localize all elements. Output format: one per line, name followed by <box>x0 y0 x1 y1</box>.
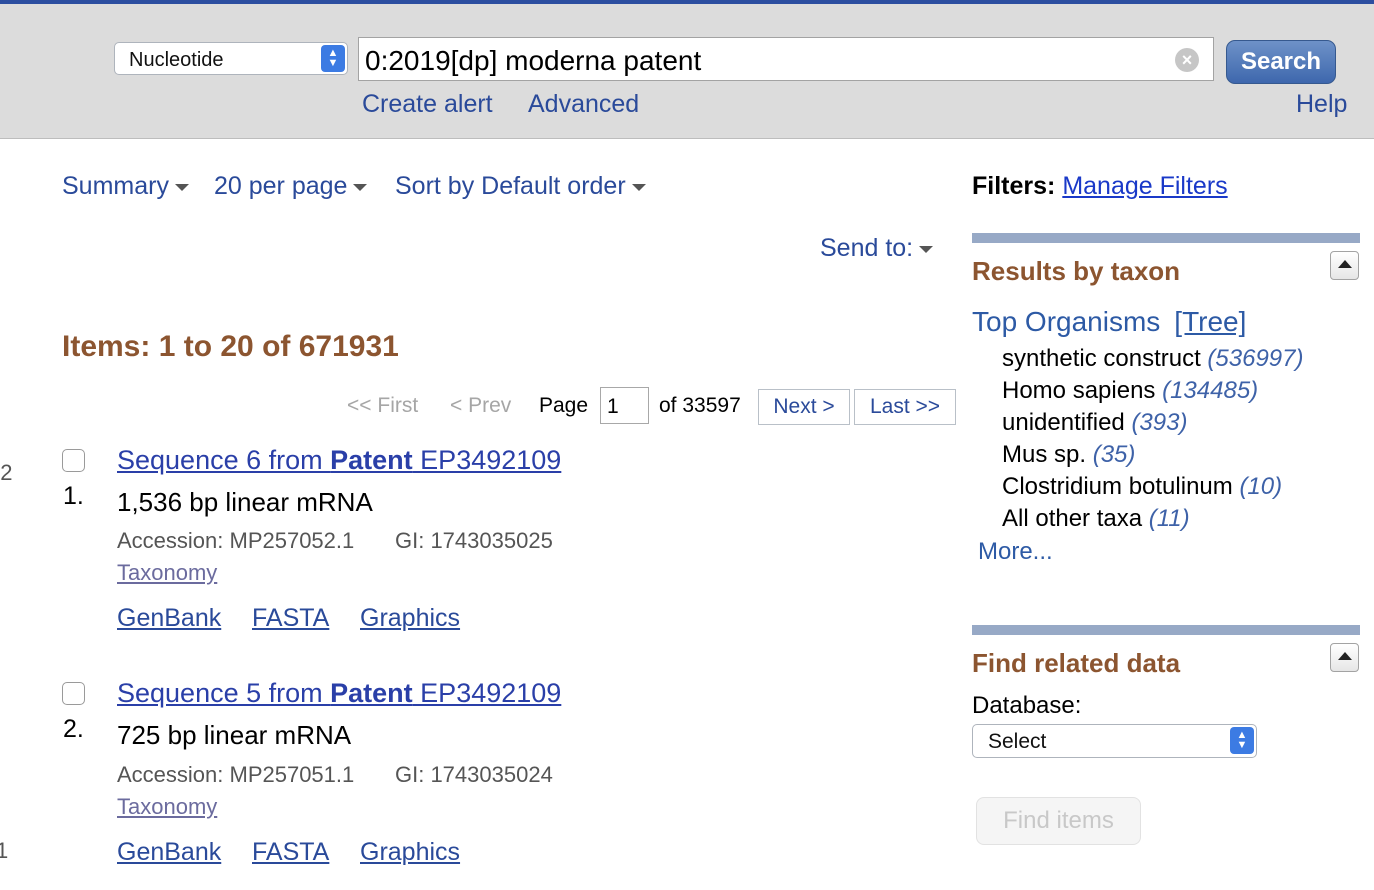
result-title-link[interactable]: Sequence 5 from Patent EP3492109 <box>117 678 561 709</box>
collapse-up-icon <box>1338 260 1352 268</box>
organism-count: (393) <box>1131 409 1188 436</box>
format-dropdown[interactable]: Summary <box>62 172 189 201</box>
organism-item[interactable]: Mus sp. (35) <box>1002 441 1135 469</box>
collapse-taxon-button[interactable] <box>1330 251 1359 280</box>
caret-down-icon <box>353 183 368 191</box>
fasta-link[interactable]: FASTA <box>252 838 329 867</box>
result-title-bold: Patent <box>330 445 413 475</box>
find-related-data-title: Find related data <box>972 648 1181 678</box>
organism-count: (35) <box>1092 441 1136 468</box>
collapse-related-button[interactable] <box>1330 643 1359 672</box>
per-page-label: 20 per page <box>214 172 348 200</box>
advanced-link[interactable]: Advanced <box>528 90 639 119</box>
help-link[interactable]: Help <box>1296 90 1347 119</box>
organism-name: synthetic construct <box>1002 345 1201 372</box>
graphics-link[interactable]: Graphics <box>360 604 460 633</box>
related-database-value: Select <box>988 730 1047 753</box>
result-index: 2. <box>63 715 84 743</box>
result-gi: GI: 1743035024 <box>395 762 553 787</box>
result-description: 1,536 bp linear mRNA <box>117 487 373 517</box>
organism-name: All other taxa <box>1002 505 1143 532</box>
result-accession: Accession: MP257051.1 <box>117 762 355 787</box>
next-page-button[interactable]: Next > <box>758 389 850 425</box>
organism-name: Clostridium botulinum <box>1002 473 1233 500</box>
caret-down-icon <box>919 245 934 253</box>
select-arrows-icon: ▲ ▼ <box>321 45 345 72</box>
search-input[interactable]: 0:2019[dp] moderna patent × <box>358 37 1214 81</box>
organism-count: (11) <box>1148 505 1190 532</box>
organism-count: (536997) <box>1207 345 1304 372</box>
related-database-select[interactable]: Select ▲ ▼ <box>972 724 1257 758</box>
clear-search-icon[interactable]: × <box>1175 48 1199 72</box>
organism-name: unidentified <box>1002 409 1125 436</box>
filters-header: Filters: Manage Filters <box>972 172 1228 201</box>
database-select-value: Nucleotide <box>129 49 224 71</box>
organism-name: Homo sapiens <box>1002 377 1156 404</box>
sort-dropdown[interactable]: Sort by Default order <box>395 172 646 201</box>
result-title-link[interactable]: Sequence 6 from Patent EP3492109 <box>117 445 561 476</box>
send-to-label: Send to: <box>820 234 914 262</box>
organism-count: (10) <box>1239 473 1283 500</box>
manage-filters-link[interactable]: Manage Filters <box>1062 172 1227 200</box>
items-count-title: Items: 1 to 20 of 671931 <box>62 330 399 363</box>
search-term-value: 0:2019[dp] moderna patent <box>365 45 702 76</box>
pager-first: << First <box>347 394 419 417</box>
genbank-link[interactable]: GenBank <box>117 838 221 867</box>
database-select[interactable]: Nucleotide ▲ ▼ <box>114 42 348 75</box>
find-items-button[interactable]: Find items <box>976 797 1141 845</box>
result-title-pre: Sequence 5 from <box>117 678 331 708</box>
search-bar: Nucleotide ▲ ▼ 0:2019[dp] moderna patent … <box>0 4 1374 139</box>
result-title-post: EP3492109 <box>412 445 562 475</box>
organism-item[interactable]: synthetic construct (536997) <box>1002 345 1304 373</box>
page-label: Page <box>539 394 589 417</box>
page-count: of 33597 <box>659 394 741 417</box>
taxonomy-link[interactable]: Taxonomy <box>117 560 217 586</box>
result-title-pre: Sequence 6 from <box>117 445 331 475</box>
filters-label: Filters: <box>972 172 1056 200</box>
last-page-button[interactable]: Last >> <box>854 389 956 425</box>
search-button[interactable]: Search <box>1226 40 1336 84</box>
database-label: Database: <box>972 692 1082 719</box>
pager-prev: < Prev <box>450 394 512 417</box>
send-to-dropdown[interactable]: Send to: <box>820 234 934 263</box>
collapse-up-icon <box>1338 652 1352 660</box>
section-divider <box>972 625 1360 635</box>
top-organisms-header: Top Organisms [Tree] <box>972 306 1246 338</box>
sort-label: Sort by Default order <box>395 172 626 200</box>
edge-fragment: 1 <box>0 838 9 863</box>
create-alert-link[interactable]: Create alert <box>362 90 493 119</box>
result-title-post: EP3492109 <box>412 678 562 708</box>
results-by-taxon-title: Results by taxon <box>972 256 1181 286</box>
organism-item[interactable]: unidentified (393) <box>1002 409 1187 437</box>
genbank-link[interactable]: GenBank <box>117 604 221 633</box>
more-organisms-link[interactable]: More... <box>978 538 1053 566</box>
result-index: 1. <box>63 482 84 510</box>
tree-link[interactable]: [Tree] <box>1174 306 1246 337</box>
format-dropdown-label: Summary <box>62 172 169 200</box>
result-description: 725 bp linear mRNA <box>117 720 352 750</box>
result-checkbox[interactable] <box>62 449 85 472</box>
edge-fragment: 02 <box>0 460 13 485</box>
fasta-link[interactable]: FASTA <box>252 604 329 633</box>
result-checkbox[interactable] <box>62 682 85 705</box>
organism-name: Mus sp. <box>1002 441 1087 468</box>
organism-count: (134485) <box>1162 377 1259 404</box>
top-organisms-label: Top Organisms <box>972 306 1161 337</box>
organism-item[interactable]: Clostridium botulinum (10) <box>1002 473 1282 501</box>
organism-item[interactable]: Homo sapiens (134485) <box>1002 377 1258 405</box>
section-divider <box>972 233 1360 243</box>
organism-item[interactable]: All other taxa (11) <box>1002 505 1190 533</box>
select-arrows-icon: ▲ ▼ <box>1230 727 1254 754</box>
result-accession: Accession: MP257052.1 <box>117 528 355 553</box>
taxonomy-link[interactable]: Taxonomy <box>117 794 217 820</box>
caret-down-icon <box>174 183 189 191</box>
per-page-dropdown[interactable]: 20 per page <box>214 172 368 201</box>
page-number-input[interactable]: 1 <box>600 387 649 424</box>
caret-down-icon <box>631 183 646 191</box>
graphics-link[interactable]: Graphics <box>360 838 460 867</box>
result-title-bold: Patent <box>330 678 413 708</box>
result-gi: GI: 1743035025 <box>395 528 553 553</box>
